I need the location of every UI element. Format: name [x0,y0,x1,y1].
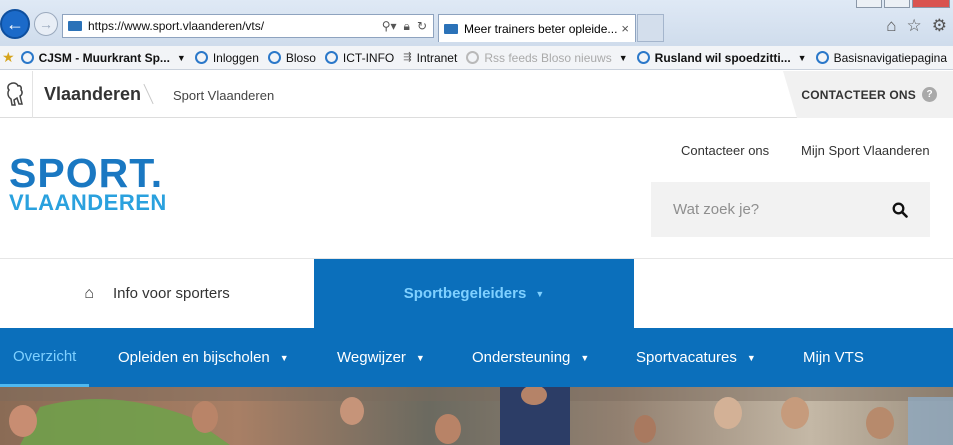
lock-icon[interactable]: 🔒︎ [404,19,410,34]
browser-tab[interactable]: Meer trainers beter opleide... × [438,14,636,42]
logo-line-1: SPORT. [9,150,164,196]
ie-icon [267,51,281,64]
chevron-down-icon: ▼ [279,352,289,363]
my-account-link[interactable]: Mijn Sport Vlaanderen [801,143,930,158]
chevron-down-icon: ▼ [415,352,425,363]
subnav-support[interactable]: Ondersteuning ▼ [472,328,589,387]
home-icon[interactable]: ⌂ [886,16,896,36]
favorite-label: Rusland wil spoedzitti... [654,50,791,65]
chevron-down-icon[interactable]: ▼ [177,53,186,63]
tab-label: Info voor sporters [112,285,230,302]
tab-label: Sportbegeleiders [403,285,527,302]
favorite-item[interactable]: ICT-INFO [324,50,395,65]
favorite-label: Basisnavigatiepagina [833,50,948,65]
site-logo[interactable]: SPORT. VLAANDEREN [9,150,167,215]
search-box[interactable] [651,182,930,237]
gov-subtitle-link[interactable]: Sport Vlaanderen [173,88,274,103]
ie-icon [324,51,338,64]
subnav-guide[interactable]: Wegwijzer ▼ [337,328,425,387]
hero-photo-shapes [0,387,953,445]
ie-icon [20,51,34,64]
favorite-item[interactable]: Rusland wil spoedzitti... ▼ [636,50,807,65]
sub-navigation: Overzicht Opleiden en bijscholen ▼ Wegwi… [0,328,953,387]
chevron-down-icon[interactable]: ▼ [619,53,628,63]
subnav-label: Wegwijzer [337,349,406,366]
close-window-button[interactable] [912,0,950,8]
subnav-overview[interactable]: Overzicht [0,328,90,387]
favorite-label: ICT-INFO [342,50,395,65]
favorite-label: Intranet [416,50,458,65]
tab-coaches[interactable]: Sportbegeleiders ▼ [314,259,634,328]
subnav-training[interactable]: Opleiden en bijscholen ▼ [118,328,289,387]
favorites-bar: ★ CJSM - Muurkrant Sp... ▼ Inloggen Blos… [0,46,953,70]
search-dropdown-icon[interactable]: ⚲▾ [382,19,397,34]
favorite-label: CJSM - Muurkrant Sp... [38,50,170,65]
search-input[interactable] [673,201,892,218]
help-icon: ? [922,87,937,102]
tab-close-icon[interactable]: × [621,21,629,36]
rss-icon [466,51,480,64]
subnav-label: Sportvacatures [636,349,737,366]
chevron-down-icon: ▼ [535,288,545,299]
address-bar[interactable]: https://www.sport.vlaanderen/vts/ ⚲▾ 🔒︎ … [62,14,434,38]
address-url[interactable]: https://www.sport.vlaanderen/vts/ [88,19,382,33]
subnav-vacancies[interactable]: Sportvacatures ▼ [636,328,756,387]
favorite-label: Rss feeds Bloso nieuws [484,50,612,65]
subnav-label: Mijn VTS [803,349,864,366]
favorite-label: Bloso [285,50,316,65]
favorite-item[interactable]: Bloso [267,50,316,65]
minimize-button[interactable] [856,0,882,8]
contact-header-label: CONTACTEER ONS [801,87,916,102]
home-icon: ⌂ [84,284,94,302]
favorite-item[interactable]: Inloggen [194,50,259,65]
back-button[interactable]: ← [0,9,30,39]
favorite-item[interactable]: Basisnavigatiepagina [815,50,948,65]
favorites-star-icon[interactable]: ☆ [907,16,922,36]
tab-favicon-icon [444,23,458,34]
logo-line-2: VLAANDEREN [9,190,167,215]
gov-title-link[interactable]: Vlaanderen [44,84,141,105]
subnav-label: Ondersteuning [472,349,571,366]
favorite-item[interactable]: ⇶ Intranet [403,51,457,65]
divider [32,71,33,118]
refresh-icon[interactable]: ↻ [417,19,427,34]
maximize-button[interactable] [884,0,910,8]
network-icon: ⇶ [403,52,412,63]
subnav-label: Opleiden en bijscholen [118,349,270,366]
ie-icon [815,51,829,64]
add-favorites-icon[interactable]: ★ [2,49,15,66]
hero-image [0,387,953,445]
new-tab-button[interactable] [637,14,664,42]
divider [143,83,154,105]
favorite-item[interactable]: Rss feeds Bloso nieuws ▼ [466,50,628,65]
search-icon[interactable] [892,202,908,218]
subnav-label: Overzicht [13,347,77,365]
arrow-left-icon: ← [6,13,24,34]
site-favicon-icon [68,21,82,31]
tab-title: Meer trainers beter opleide... [464,21,618,36]
favorite-item[interactable]: CJSM - Muurkrant Sp... ▼ [20,50,186,65]
forward-button[interactable]: → [34,12,58,36]
ie-icon [636,51,650,64]
chevron-down-icon: ▼ [746,352,756,363]
government-header: Vlaanderen Sport Vlaanderen CONTACTEER O… [0,71,953,118]
chevron-down-icon: ▼ [580,352,590,363]
tab-info-for-athletes[interactable]: ⌂ Info voor sporters [0,259,314,328]
favorite-label: Inloggen [212,50,259,65]
chevron-down-icon[interactable]: ▼ [798,53,807,63]
main-tabs: ⌂ Info voor sporters Sportbegeleiders ▼ [0,259,953,328]
arrow-right-icon: → [39,16,53,32]
flemish-lion-icon[interactable] [4,81,26,107]
ie-icon [194,51,208,64]
contact-link[interactable]: Contacteer ons [681,143,769,158]
settings-gear-icon[interactable]: ⚙ [932,16,947,36]
contact-header-button[interactable]: CONTACTEER ONS ? [783,71,953,118]
subnav-my-vts[interactable]: Mijn VTS [803,328,864,387]
